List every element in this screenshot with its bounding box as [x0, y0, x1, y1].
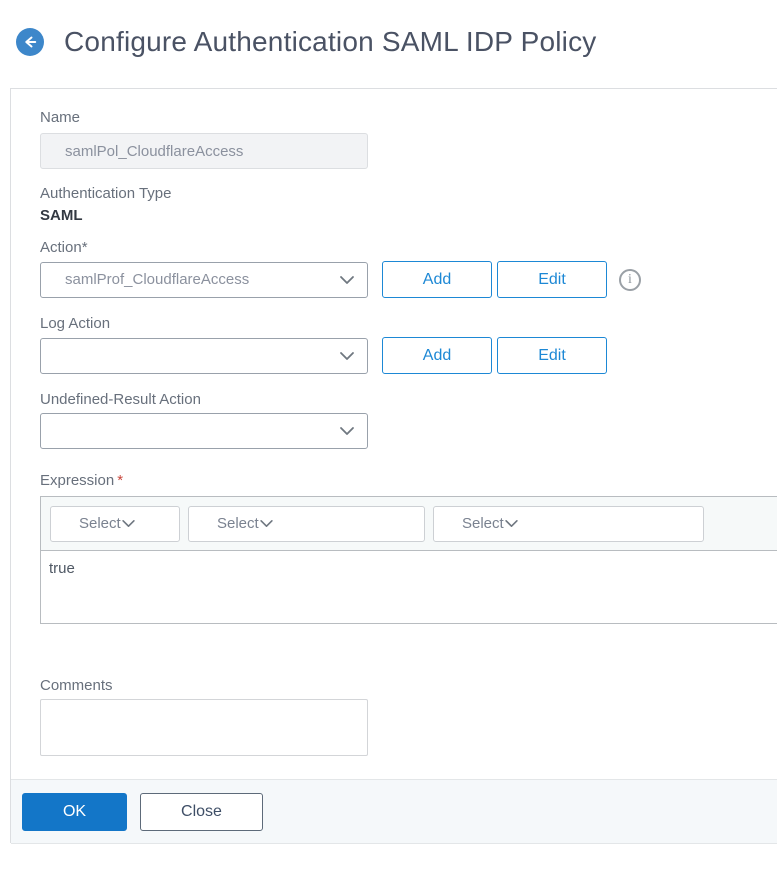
close-button[interactable]: Close — [140, 792, 263, 831]
undefined-result-action-row — [40, 413, 777, 449]
action-select-value: samlProf_CloudflareAccess — [65, 271, 250, 288]
expression-editor: Select Select Select true — [40, 496, 777, 624]
log-action-label: Log Action — [40, 315, 111, 332]
expression-select-1[interactable]: Select — [50, 505, 180, 542]
expression-textarea[interactable]: true — [41, 551, 777, 623]
action-edit-button[interactable]: Edit — [497, 261, 607, 298]
action-label: Action* — [40, 239, 88, 256]
expression-select-2-value: Select — [217, 515, 259, 532]
log-action-select[interactable] — [40, 337, 368, 374]
expression-label: Expression * — [40, 472, 124, 489]
form-panel: Name Authentication Type SAML Action* sa… — [10, 88, 777, 844]
action-row: samlProf_CloudflareAccess Add Edit i — [40, 261, 777, 298]
chevron-down-icon — [339, 275, 355, 285]
page-title: Configure Authentication SAML IDP Policy — [64, 26, 597, 57]
name-input — [40, 133, 368, 169]
log-action-edit-button[interactable]: Edit — [497, 337, 607, 374]
arrow-left-icon — [21, 33, 39, 51]
expression-select-3-value: Select — [462, 515, 504, 532]
expression-select-3[interactable]: Select — [433, 505, 704, 542]
name-label: Name — [40, 109, 81, 126]
expression-toolbar: Select Select Select — [41, 497, 777, 551]
info-icon[interactable]: i — [619, 268, 641, 291]
comments-textarea[interactable] — [40, 699, 368, 756]
expression-select-2[interactable]: Select — [188, 505, 425, 542]
back-button[interactable] — [16, 28, 44, 56]
chevron-down-icon — [339, 426, 355, 436]
ok-button[interactable]: OK — [22, 792, 127, 831]
header: Configure Authentication SAML IDP Policy — [16, 26, 597, 58]
action-select[interactable]: samlProf_CloudflareAccess — [40, 261, 368, 298]
chevron-down-icon — [259, 515, 274, 532]
auth-type-label: Authentication Type — [40, 185, 172, 202]
action-add-button[interactable]: Add — [382, 261, 492, 298]
chevron-down-icon — [504, 515, 519, 532]
auth-type-value: SAML — [40, 207, 83, 224]
undefined-result-action-label: Undefined-Result Action — [40, 391, 201, 408]
chevron-down-icon — [121, 515, 136, 532]
expression-select-1-value: Select — [79, 515, 121, 532]
log-action-row: Add Edit — [40, 337, 777, 374]
comments-label: Comments — [40, 677, 113, 694]
required-asterisk: * — [117, 472, 124, 489]
info-icon-glyph: i — [628, 271, 632, 287]
chevron-down-icon — [339, 351, 355, 361]
footer: OK Close — [11, 779, 777, 844]
log-action-add-button[interactable]: Add — [382, 337, 492, 374]
undefined-result-action-select[interactable] — [40, 413, 368, 449]
